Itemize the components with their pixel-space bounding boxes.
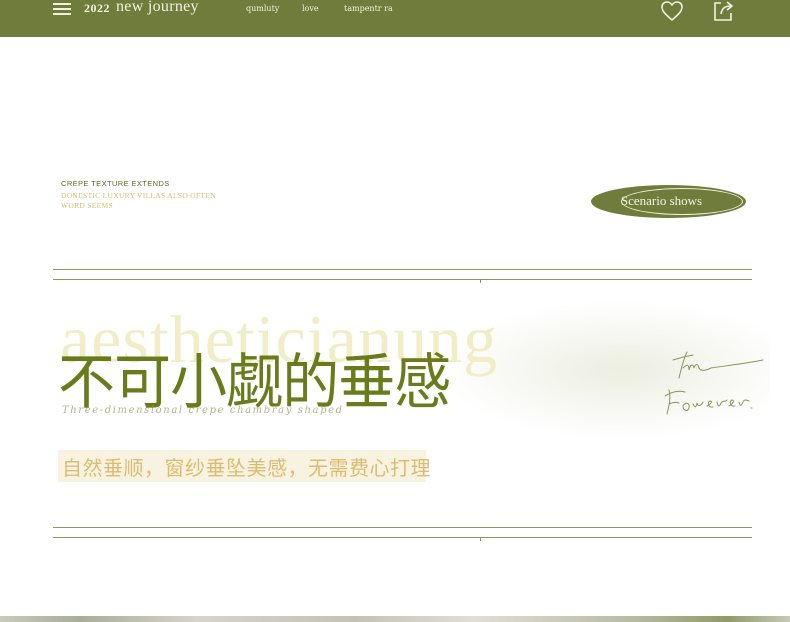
scenario-button-label: Scenario shows — [620, 193, 703, 208]
divider-line — [53, 537, 752, 538]
divider-line — [53, 269, 752, 270]
brand-name[interactable]: new journey — [116, 0, 199, 16]
texture-subtitle: DONESTIC LUXURY VILLAS ALSO OFTEN WORD S… — [61, 191, 241, 211]
texture-subtitle-line-2: WORD SEEMS — [61, 201, 113, 210]
signature-graphic — [664, 351, 764, 415]
top-bar: 2022 new journey qumluty love tampentr r… — [0, 0, 790, 37]
scenario-shows-button[interactable]: Scenario shows — [591, 185, 746, 218]
texture-title: CREPE TEXTURE EXTENDS — [61, 179, 170, 188]
brand-year: 2022 — [84, 1, 110, 15]
divider-line — [53, 527, 752, 528]
nav-link-qumluty[interactable]: qumluty — [246, 4, 279, 13]
nav-link-tampentr[interactable]: tampentr ra — [344, 4, 393, 13]
menu-icon[interactable] — [53, 3, 71, 15]
divider-line — [53, 279, 752, 280]
divider-tick — [480, 538, 481, 541]
share-icon[interactable] — [712, 0, 734, 22]
divider-tick — [480, 280, 481, 283]
hero-subtitle: 自然垂顺，窗纱垂坠美感，无需费心打理 — [62, 456, 431, 480]
nav-link-love[interactable]: love — [302, 4, 319, 13]
script-caption: Three-dimensional crepe chambray shaped — [62, 405, 344, 416]
heart-icon[interactable] — [660, 0, 684, 22]
texture-subtitle-line-1: DONESTIC LUXURY VILLAS ALSO OFTEN — [61, 191, 216, 200]
bottom-photo-strip — [0, 616, 790, 622]
